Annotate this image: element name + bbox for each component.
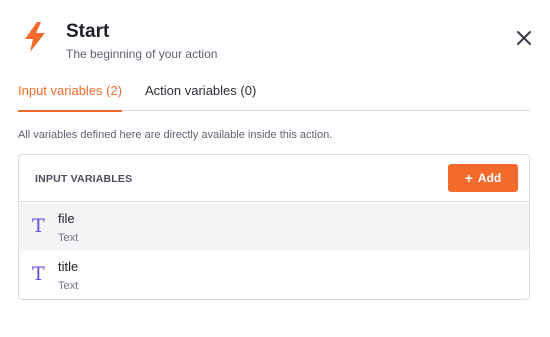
add-variable-button[interactable]: + Add <box>448 164 518 192</box>
variable-name: title <box>58 259 79 274</box>
input-variables-panel: INPUT VARIABLES + Add T file Text T titl… <box>18 154 530 300</box>
tab-description: All variables defined here are directly … <box>18 129 333 141</box>
variable-type: Text <box>58 280 79 292</box>
panel-header-label: INPUT VARIABLES <box>35 173 133 185</box>
text-type-icon: T <box>32 263 45 285</box>
variable-type: Text <box>58 232 79 244</box>
text-type-icon: T <box>32 215 45 237</box>
modal-subtitle: The beginning of your action <box>66 47 218 61</box>
tab-input-variables[interactable]: Input variables (2) <box>18 83 123 112</box>
tab-bar: Input variables (2) Action variables (0) <box>18 83 530 112</box>
modal-header: Start The beginning of your action <box>18 18 534 62</box>
modal-title: Start <box>66 21 110 42</box>
variable-row-title[interactable]: T title Text <box>19 251 529 299</box>
lightning-bolt-icon <box>22 22 48 52</box>
add-button-label: Add <box>477 171 502 185</box>
variable-name: file <box>58 211 75 226</box>
tab-action-variables[interactable]: Action variables (0) <box>145 83 256 111</box>
plus-icon: + <box>464 170 473 186</box>
close-icon[interactable] <box>514 28 534 48</box>
variable-row-file[interactable]: T file Text <box>19 203 529 251</box>
panel-header: INPUT VARIABLES + Add <box>19 155 529 202</box>
